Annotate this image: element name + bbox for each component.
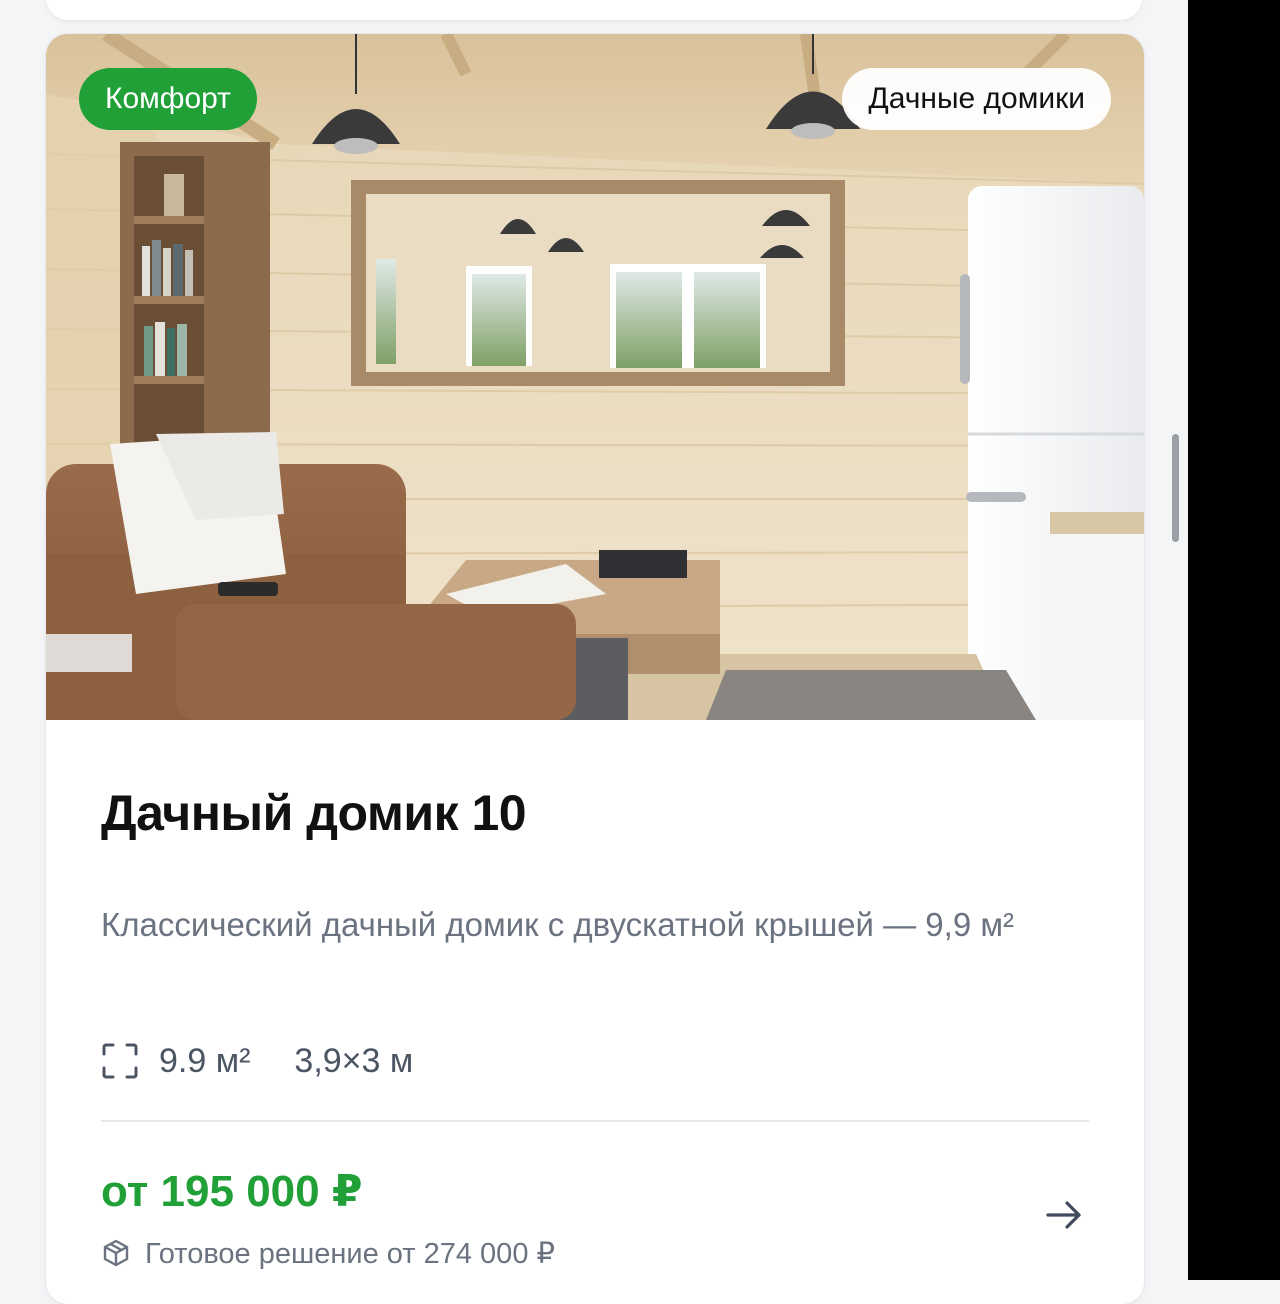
- box-icon: [103, 1239, 129, 1267]
- previous-card-edge: [46, 0, 1142, 20]
- badge-category[interactable]: Дачные домики: [842, 68, 1111, 130]
- scrollbar-thumb[interactable]: [1172, 434, 1179, 542]
- product-card[interactable]: Комфорт Дачные домики Дачный домик 10 Кл…: [46, 34, 1144, 1304]
- open-product-button[interactable]: [1036, 1187, 1092, 1243]
- arrow-right-icon: [1046, 1201, 1081, 1229]
- area-frame-icon: [102, 1043, 138, 1079]
- price: от 195 000 ₽: [101, 1167, 363, 1216]
- product-title: Дачный домик 10: [101, 785, 527, 841]
- ready-solution: Готовое решение от 274 000 ₽: [101, 1234, 555, 1272]
- spec-dimensions: 3,9×3 м: [294, 1041, 414, 1080]
- product-description: Классический дачный домик с двускатной к…: [101, 906, 1015, 943]
- specs-row: 9.9 м² 3,9×3 м: [101, 1039, 413, 1083]
- divider: [101, 1120, 1089, 1122]
- badge-tier: Комфорт: [79, 68, 257, 130]
- spec-area: 9.9 м²: [159, 1041, 251, 1080]
- product-photo: [46, 34, 1144, 720]
- ready-solution-label: Готовое решение от 274 000 ₽: [145, 1237, 555, 1270]
- window-edge: [1188, 0, 1280, 1280]
